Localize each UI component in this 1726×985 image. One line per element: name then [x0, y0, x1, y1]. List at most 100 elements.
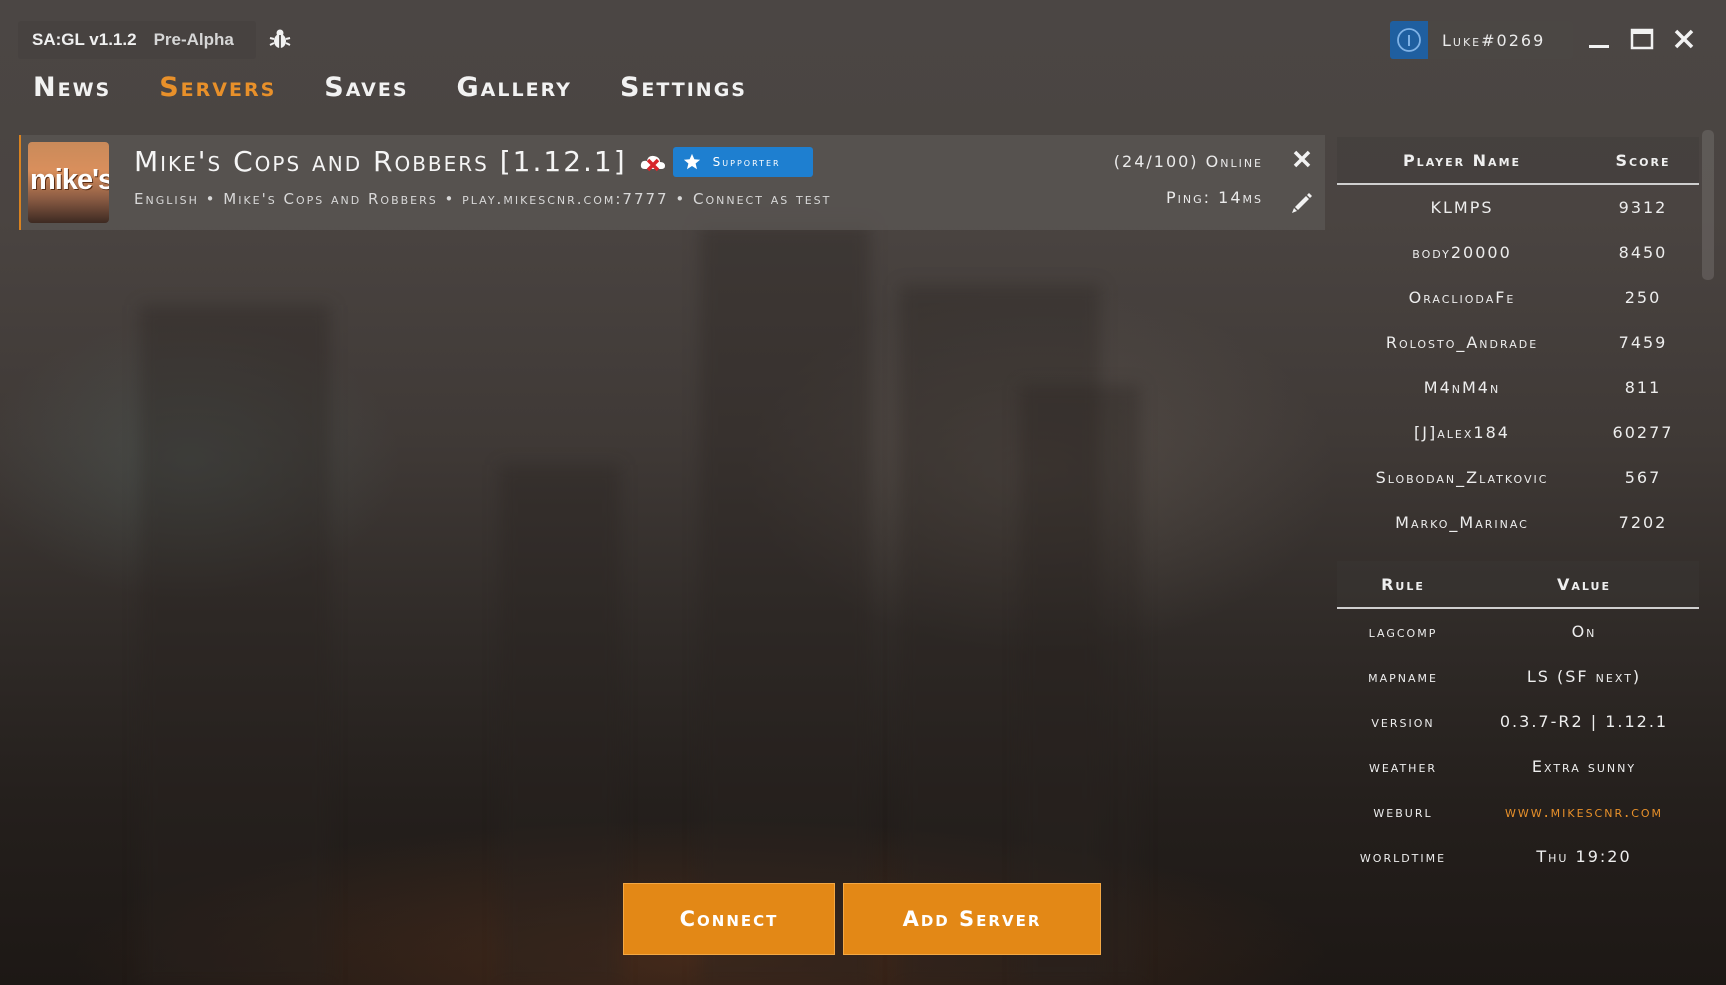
server-thumbnail: mike's — [28, 142, 109, 223]
separator-dot: • — [675, 190, 693, 208]
separator-dot: • — [205, 190, 224, 208]
connect-button[interactable]: Connect — [623, 883, 835, 955]
rule-value: Extra sunny — [1531, 757, 1637, 776]
players-table: Player Name Score KLMPS 9312 body20000 845… — [1337, 137, 1699, 545]
table-row: worldtime Thu 19:20 — [1337, 834, 1699, 879]
table-row: body20000 8450 — [1337, 230, 1699, 275]
rule-value: On — [1571, 622, 1597, 641]
table-row: Rolosto_Andrade 7459 — [1337, 320, 1699, 365]
user-info-icon — [1397, 28, 1421, 52]
nav-news[interactable]: News — [33, 72, 111, 103]
player-name: body20000 — [1412, 243, 1512, 262]
rule-name: mapname — [1368, 667, 1438, 686]
player-name: OracliodaFe — [1408, 288, 1516, 307]
table-row: weburl www.mikescnr.com — [1337, 789, 1699, 834]
rule-name: weather — [1368, 757, 1438, 776]
player-score: 60277 — [1612, 423, 1674, 442]
maximize-button[interactable] — [1627, 24, 1657, 54]
player-score: 250 — [1624, 288, 1662, 307]
rule-value: Thu 19:20 — [1536, 847, 1632, 866]
supporter-badge: Supporter — [672, 146, 813, 177]
app-version-badge: SA:GL v1.1.2 Pre-Alpha — [18, 21, 256, 59]
server-card[interactable]: mike's Mike's Cops and Robbers [1.12.1] … — [19, 135, 1325, 230]
player-name: Slobodan_Zlatkovic — [1375, 468, 1549, 487]
rule-value: 0.3.7-R2 | 1.12.1 — [1499, 712, 1669, 731]
nav-servers[interactable]: Servers — [159, 72, 276, 103]
player-name: KLMPS — [1430, 198, 1494, 217]
table-row: Marko_Marinac 7202 — [1337, 500, 1699, 545]
server-thumbnail-text: mike's — [30, 164, 109, 196]
player-score: 7202 — [1618, 513, 1668, 532]
rule-name: worldtime — [1359, 847, 1447, 866]
star-icon — [683, 153, 700, 169]
server-player-count: (24/100) Online — [1113, 152, 1263, 171]
table-row: weather Extra sunny — [1337, 744, 1699, 789]
table-row: Slobodan_Zlatkovic 567 — [1337, 455, 1699, 500]
rule-name: weburl — [1373, 802, 1433, 821]
close-button[interactable] — [1669, 24, 1699, 54]
rule-value: LS (SF next) — [1526, 667, 1642, 686]
server-address: play.mikescnr.com:7777 — [462, 190, 669, 208]
edit-server-button[interactable] — [1290, 191, 1314, 215]
pencil-icon — [1292, 193, 1312, 213]
app-version: SA:GL v1.1.2 — [32, 30, 137, 49]
user-avatar — [1390, 21, 1428, 59]
player-score: 9312 — [1618, 198, 1668, 217]
server-details: English • Mike's Cops and Robbers • play… — [134, 190, 831, 208]
bug-report-icon[interactable] — [268, 27, 292, 51]
column-header-player-name[interactable]: Player Name — [1337, 137, 1587, 185]
supporter-badge-label: Supporter — [712, 154, 781, 169]
close-icon — [1293, 150, 1311, 168]
player-name: M4nM4n — [1423, 378, 1501, 397]
column-header-rule[interactable]: Rule — [1337, 561, 1469, 609]
maximize-icon — [1630, 28, 1654, 50]
weburl-link[interactable]: www.mikescnr.com — [1469, 789, 1699, 834]
user-name: Luke#0269 — [1442, 30, 1546, 50]
player-name: Rolosto_Andrade — [1385, 333, 1539, 352]
player-name: [J]alex184 — [1414, 423, 1510, 442]
column-header-score[interactable]: Score — [1587, 137, 1699, 185]
player-score: 567 — [1624, 468, 1662, 487]
table-row: mapname LS (SF next) — [1337, 654, 1699, 699]
separator-dot: • — [444, 190, 463, 208]
main-nav: News Servers Saves Gallery Settings — [33, 72, 795, 103]
rule-name: version — [1371, 712, 1435, 731]
add-server-button[interactable]: Add Server — [843, 883, 1101, 955]
player-score: 7459 — [1618, 333, 1668, 352]
player-score: 8450 — [1618, 243, 1668, 262]
rules-table: Rule Value lagcomp On mapname LS (SF next)… — [1337, 561, 1699, 879]
nav-settings[interactable]: Settings — [620, 72, 747, 103]
table-row: lagcomp On — [1337, 608, 1699, 654]
nav-saves[interactable]: Saves — [324, 72, 408, 103]
server-language: English — [134, 190, 199, 208]
column-header-value[interactable]: Value — [1469, 561, 1699, 609]
table-row: KLMPS 9312 — [1337, 184, 1699, 230]
rule-name: lagcomp — [1368, 622, 1438, 641]
table-row: OracliodaFe 250 — [1337, 275, 1699, 320]
server-name: Mike's Cops and Robbers [1.12.1] — [134, 145, 627, 178]
table-row: M4nM4n 811 — [1337, 365, 1699, 410]
server-title-row: Mike's Cops and Robbers [1.12.1] Support… — [134, 145, 813, 178]
background-building — [140, 305, 330, 985]
minimize-button[interactable] — [1584, 24, 1614, 54]
nav-gallery[interactable]: Gallery — [457, 72, 572, 103]
rules-header-row: Rule Value — [1337, 561, 1699, 609]
minimize-icon — [1589, 45, 1609, 48]
background-building — [500, 465, 620, 985]
players-header-row: Player Name Score — [1337, 137, 1699, 185]
table-row: [J]alex184 60277 — [1337, 410, 1699, 455]
remove-server-button[interactable] — [1290, 147, 1314, 171]
server-mode: Mike's Cops and Robbers — [223, 190, 438, 208]
table-row: version 0.3.7-R2 | 1.12.1 — [1337, 699, 1699, 744]
server-connect-as: Connect as test — [693, 190, 832, 208]
server-info-panel: Player Name Score KLMPS 9312 body20000 845… — [1337, 137, 1699, 879]
user-account[interactable]: Luke#0269 — [1390, 21, 1573, 59]
app-stage: Pre-Alpha — [153, 30, 234, 49]
offline-cloud-icon — [640, 155, 665, 171]
close-icon — [1674, 29, 1694, 49]
player-score: 811 — [1624, 378, 1662, 397]
side-panel-scrollbar[interactable] — [1702, 130, 1714, 280]
background-building — [700, 225, 870, 985]
server-ping: Ping: 14ms — [1166, 188, 1263, 207]
player-name: Marko_Marinac — [1395, 513, 1529, 532]
